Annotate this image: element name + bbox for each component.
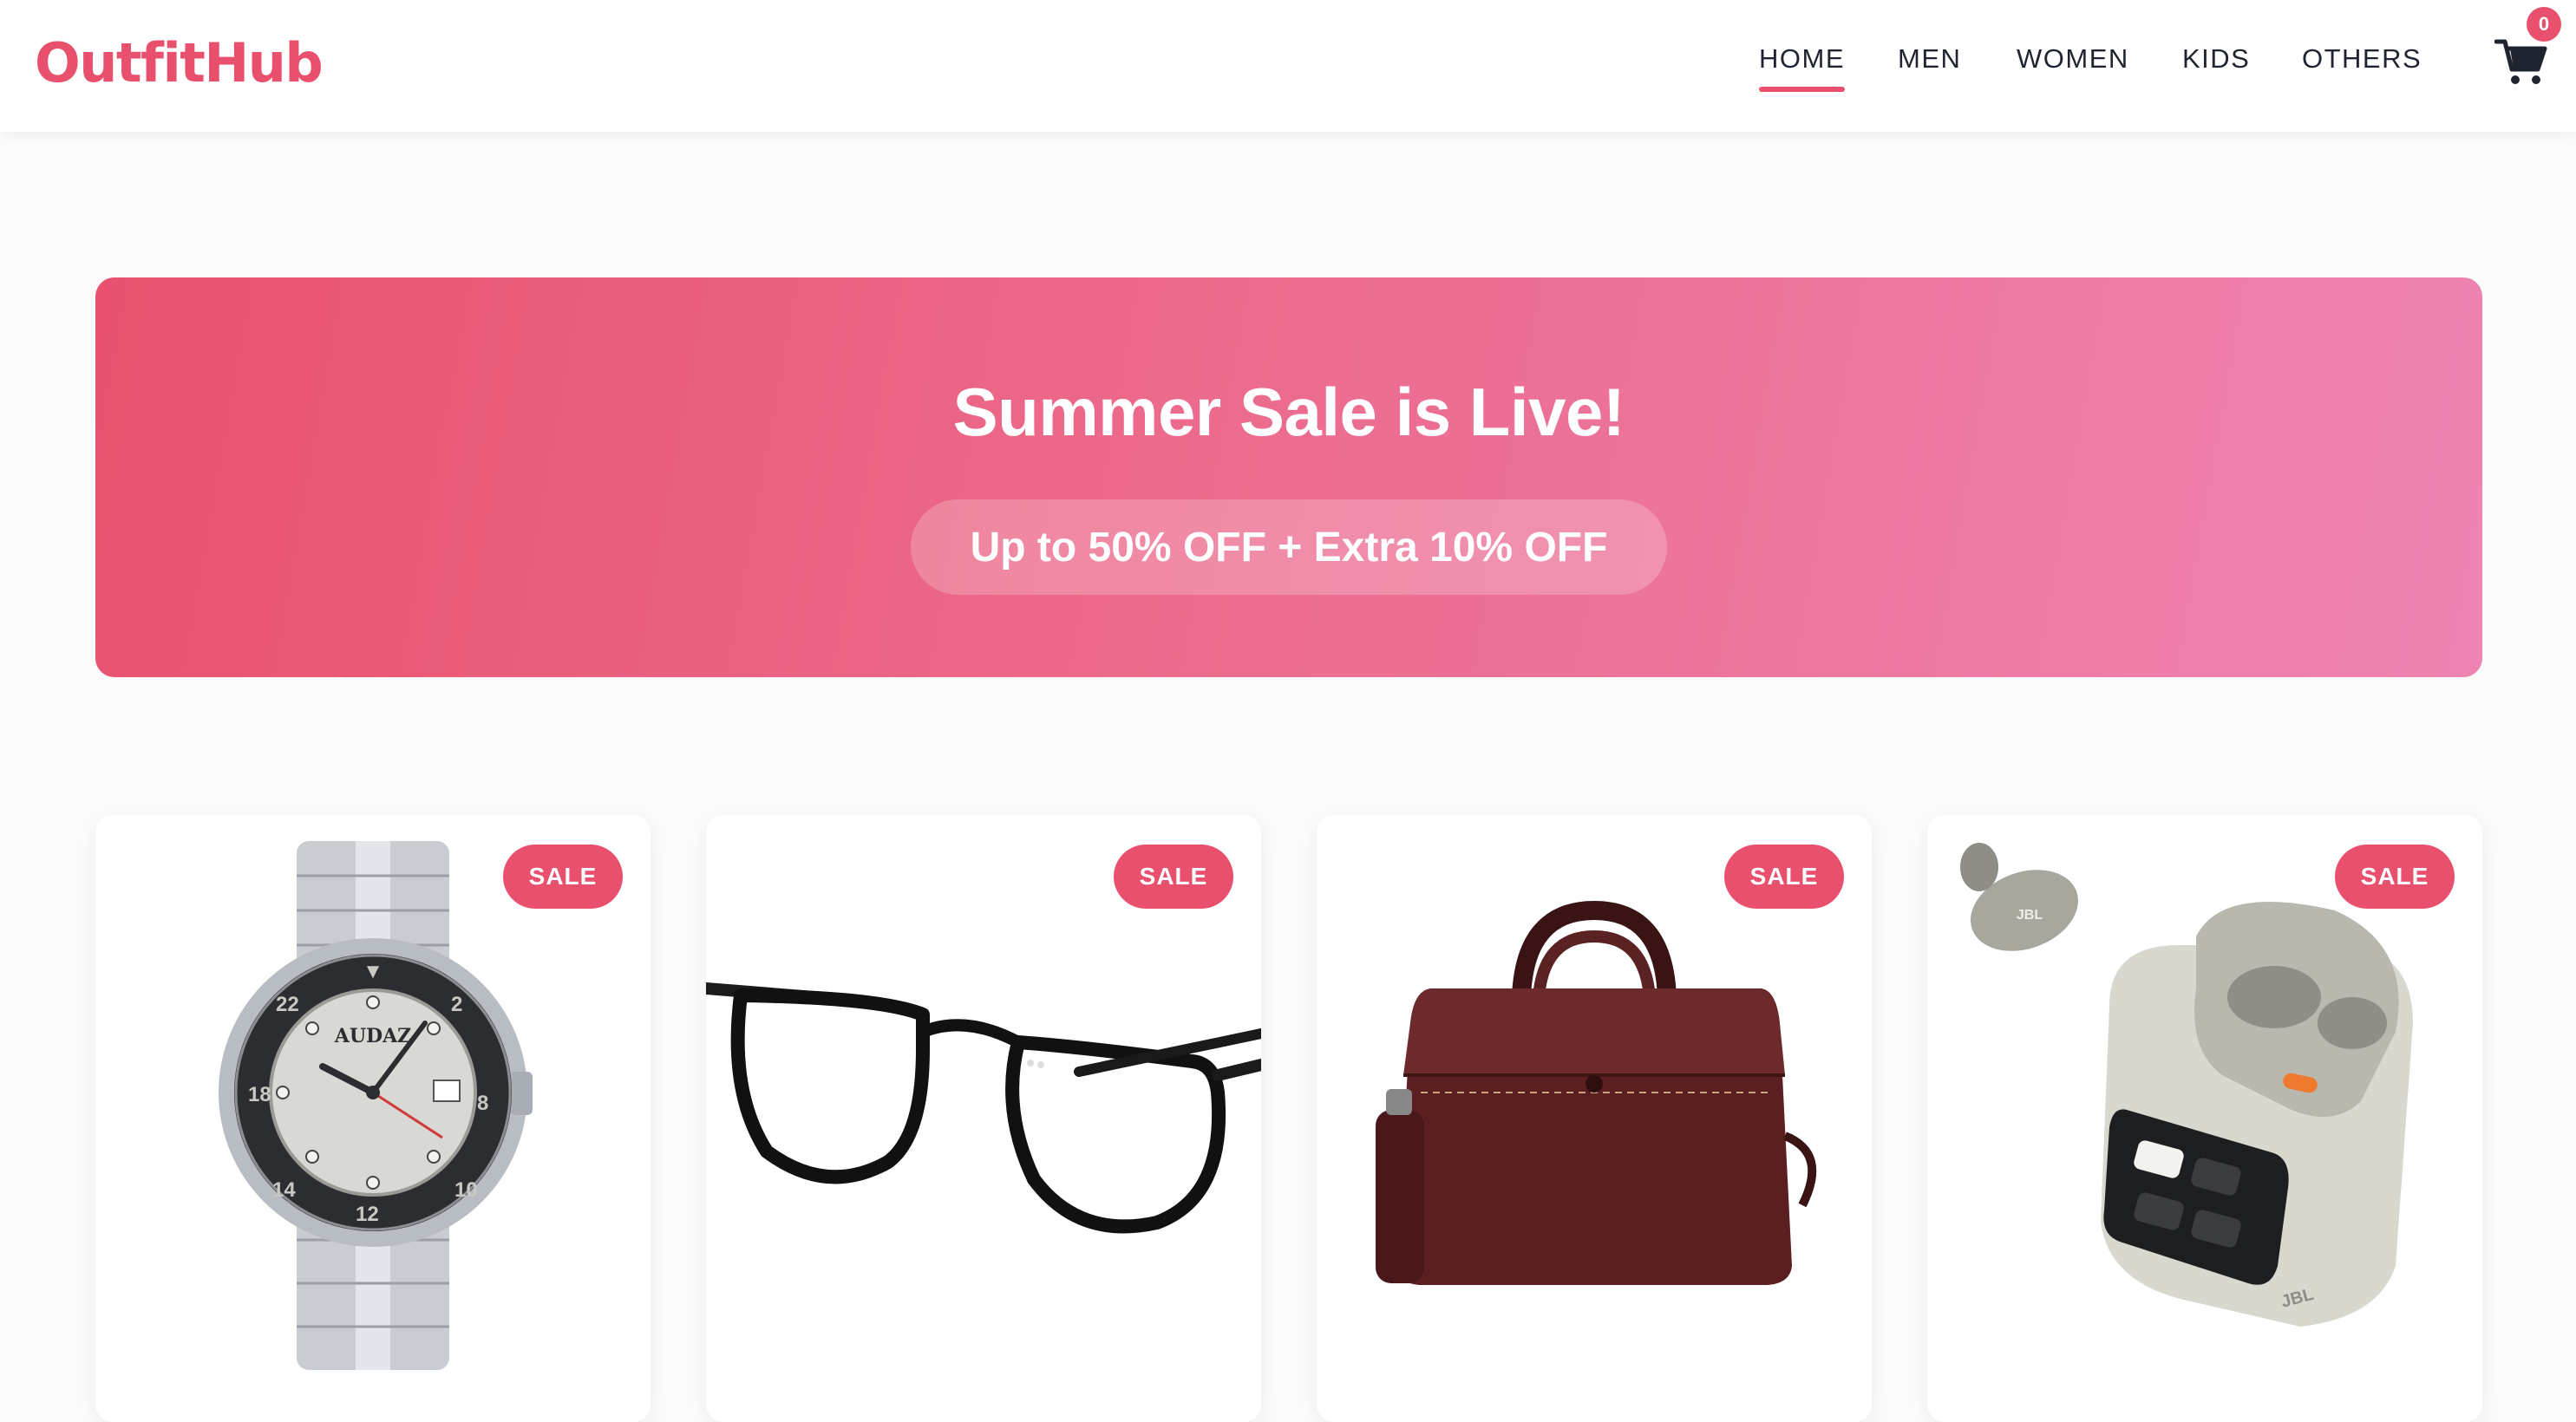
nav-link-kids[interactable]: KIDS	[2182, 43, 2250, 75]
cart-count-badge: 0	[2527, 7, 2561, 42]
product-card[interactable]: SALE	[706, 815, 1261, 1422]
earbud-brand-text: JBL	[2017, 908, 2043, 923]
banner-title: Summer Sale is Live!	[952, 374, 1625, 450]
svg-text:2: 2	[451, 993, 462, 1016]
brand-logo[interactable]: OutfitHub	[35, 31, 324, 95]
cart-icon	[2494, 39, 2547, 84]
banner-offer-pill[interactable]: Up to 50% OFF + Extra 10% OFF	[911, 499, 1667, 595]
svg-text:10: 10	[454, 1178, 478, 1202]
product-card[interactable]: SALE	[1317, 815, 1872, 1422]
svg-text:▼: ▼	[363, 960, 383, 983]
nav-link-men[interactable]: MEN	[1898, 43, 1961, 75]
product-card[interactable]: AUDAZ ▼ 22 2 18 14 12 10 8 SALE	[95, 815, 651, 1422]
sale-badge: SALE	[1724, 845, 1844, 909]
nav-link-home[interactable]: HOME	[1759, 43, 1845, 92]
nav-link-others[interactable]: OTHERS	[2302, 43, 2422, 75]
cart-button[interactable]	[2494, 35, 2550, 90]
svg-text:AUDAZ: AUDAZ	[334, 1025, 411, 1047]
product-card[interactable]: JBL JBL SALE	[1927, 815, 2482, 1422]
sale-badge: SALE	[503, 845, 623, 909]
promo-banner: Summer Sale is Live! Up to 50% OFF + Ext…	[95, 277, 2482, 677]
svg-text:18: 18	[248, 1083, 271, 1106]
svg-text:8: 8	[477, 1092, 488, 1115]
svg-text:14: 14	[272, 1178, 296, 1202]
svg-text:22: 22	[276, 993, 299, 1016]
sale-badge: SALE	[2335, 845, 2455, 909]
svg-text:12: 12	[356, 1203, 379, 1226]
sale-badge: SALE	[1114, 845, 1233, 909]
nav-link-women[interactable]: WOMEN	[2017, 43, 2129, 75]
site-header: OutfitHub HOME MEN WOMEN KIDS OTHERS 0	[0, 0, 2576, 132]
